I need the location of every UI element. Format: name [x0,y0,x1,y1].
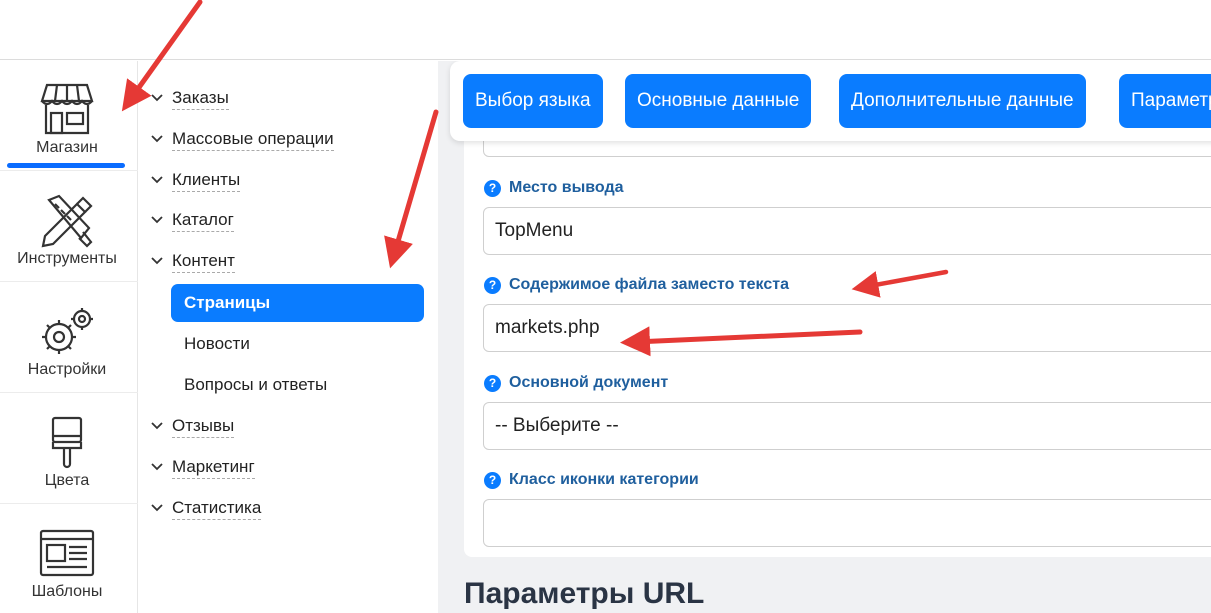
menu-item-label: Статистика [172,497,262,520]
iconbar-item-colors[interactable]: Цвета [0,394,138,504]
help-icon[interactable]: ? [484,374,501,392]
tabs-bar: Выбор языка Основные данные Дополнительн… [450,61,1211,141]
iconbar-item-settings[interactable]: Настройки [0,283,138,393]
menu-item-label: Каталог [172,209,234,232]
tab-main-data[interactable]: Основные данные [625,74,812,128]
menu-item-label: Контент [172,250,235,273]
menu-item-marketing[interactable]: Маркетинг [150,452,255,482]
menu-item-label: Клиенты [172,169,241,192]
menu-item-content[interactable]: Контент [150,246,235,276]
submenu-item-faq[interactable]: Вопросы и ответы [171,366,424,404]
chevron-down-icon [150,459,166,475]
output-place-input[interactable]: TopMenu [483,207,1211,255]
iconbar-item-label: Настройки [27,361,107,378]
icon-sidebar: Магазин Инструменты Настройки Цвета Шабл… [0,61,138,613]
iconbar-item-label: Магазин [36,139,98,156]
menu-item-label: Маркетинг [172,456,255,479]
chevron-down-icon [150,212,166,228]
menu-item-label: Заказы [172,87,229,110]
file-content-label: ? Содержимое файла заместо текста [484,274,789,296]
tab-language[interactable]: Выбор языка [463,74,603,128]
tab-parameters[interactable]: Параметры [1119,74,1211,128]
iconbar-item-label: Шаблоны [31,583,103,600]
section-menu: Заказы Массовые операции Клиенты Каталог… [138,61,438,613]
chevron-down-icon [150,172,166,188]
chevron-down-icon [150,253,166,269]
chevron-down-icon [150,90,166,106]
menu-item-label: Отзывы [172,415,235,438]
iconbar-item-templates[interactable]: Шаблоны [0,505,138,613]
brush-icon [37,414,97,470]
file-content-input[interactable]: markets.php [483,304,1211,352]
store-icon [37,81,97,137]
menu-item-bulk-operations[interactable]: Массовые операции [150,124,334,154]
active-indicator [7,163,125,168]
help-icon[interactable]: ? [484,276,501,294]
submenu-item-news[interactable]: Новости [171,325,424,363]
iconbar-item-store[interactable]: Магазин [0,61,138,171]
top-bar [0,0,1211,60]
main-document-label: ? Основной документ [484,372,668,394]
tab-additional-data[interactable]: Дополнительные данные [839,74,1086,128]
category-icon-label: ? Класс иконки категории [484,469,699,491]
section-title: Параметры URL [464,577,705,610]
menu-item-statistics[interactable]: Статистика [150,493,262,523]
iconbar-item-label: Инструменты [17,250,117,267]
gears-icon [37,303,97,359]
submenu-item-pages[interactable]: Страницы [171,284,424,322]
help-icon[interactable]: ? [484,471,501,489]
tools-icon [37,192,97,248]
iconbar-item-label: Цвета [44,472,90,489]
chevron-down-icon [150,500,166,516]
chevron-down-icon [150,131,166,147]
menu-item-catalog[interactable]: Каталог [150,205,234,235]
form-card: ? Место вывода TopMenu ? Содержимое файл… [464,111,1211,557]
menu-item-reviews[interactable]: Отзывы [150,411,235,441]
template-icon [37,525,97,581]
menu-item-label: Массовые операции [172,128,334,151]
chevron-down-icon [150,418,166,434]
main-content: Выбор языка Основные данные Дополнительн… [438,61,1211,613]
menu-item-orders[interactable]: Заказы [150,83,229,113]
category-icon-input[interactable] [483,499,1211,547]
iconbar-item-tools[interactable]: Инструменты [0,172,138,282]
help-icon[interactable]: ? [484,179,501,197]
output-place-label: ? Место вывода [484,177,624,199]
menu-item-clients[interactable]: Клиенты [150,165,241,195]
main-document-select[interactable]: -- Выберите -- [483,402,1211,450]
